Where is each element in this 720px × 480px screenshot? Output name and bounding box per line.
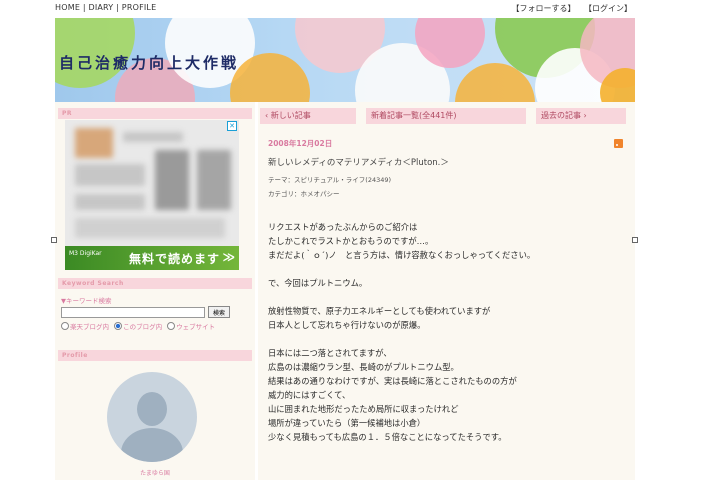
ad-image-blurred bbox=[75, 128, 113, 158]
body-line: 放射性物質で、原子力エネルギーとしても使われていますが bbox=[268, 306, 491, 316]
body-line: 場所が違っていたら（第一候補地は小倉） bbox=[268, 418, 426, 428]
nav-diary-link[interactable]: DIARY bbox=[88, 3, 113, 12]
avatar-silhouette bbox=[121, 428, 183, 462]
body-line: 日本には二つ落とされてますが、 bbox=[268, 348, 392, 358]
profile-heading: Profile bbox=[58, 350, 252, 361]
keyword-search-label: ▼キーワード検索 bbox=[61, 297, 112, 305]
body-paragraph: 放射性物質で、原子力エネルギーとしても使われていますが 日本人として忘れちゃ行けな… bbox=[268, 304, 628, 332]
newer-post-button[interactable]: ‹ 新しい記事 bbox=[260, 108, 356, 124]
rss-icon[interactable] bbox=[614, 139, 623, 148]
selection-handle[interactable] bbox=[51, 237, 57, 243]
body-line: まだだよ(｀ｏ´)ノ と言う方は、情け容赦なくおっしゃってください。 bbox=[268, 250, 536, 260]
scope-option-this-blog[interactable]: このブログ内 bbox=[114, 322, 163, 331]
ad-logo: M3 DigiKar bbox=[69, 250, 102, 257]
scope-option-rakuten[interactable]: 楽天ブログ内 bbox=[61, 322, 109, 331]
body-line: リクエストがあったぶんからのご紹介は bbox=[268, 222, 418, 232]
top-nav: HOME | DIARY | PROFILE bbox=[55, 3, 156, 12]
body-paragraph: リクエストがあったぶんからのご紹介はたしかこれでラストかとおもうのですが…。まだ… bbox=[268, 220, 628, 262]
ad-text-blurred bbox=[75, 194, 145, 210]
body-line: 広島のは濃縮ウラン型、長崎のがプルトニウム型。 bbox=[268, 362, 459, 372]
ad-cta-text: 無料で読めます bbox=[129, 252, 221, 266]
ad-footer[interactable]: M3 DigiKar 無料で読めます ≫ bbox=[65, 246, 239, 270]
entry-title[interactable]: 新しいレメディのマテリアメディカ＜Pluton.＞ bbox=[268, 156, 449, 168]
radio-icon[interactable] bbox=[61, 322, 69, 330]
entry-theme[interactable]: テーマ：スピリチュアル・ライフ(24349) bbox=[268, 174, 391, 184]
body-paragraph: で、今回はプルトニウム。 bbox=[268, 276, 628, 290]
selection-handle[interactable] bbox=[632, 237, 638, 243]
body-line: 山に囲まれた地形だったため局所に収まったけれど bbox=[268, 404, 459, 414]
ad-banner[interactable]: ✕ M3 DigiKar 無料で読めます ≫ bbox=[65, 120, 239, 270]
chevron-right-icon: ≫ bbox=[222, 250, 235, 264]
scope-label: 楽天ブログ内 bbox=[70, 323, 109, 331]
older-post-button[interactable]: 過去の記事 › bbox=[536, 108, 626, 124]
body-line: 少なく見積もっても広島の１．５倍なことになってたそうです。 bbox=[268, 432, 507, 442]
body-line: 日本人として忘れちゃ行けないのが原爆。 bbox=[268, 320, 426, 330]
avatar[interactable] bbox=[107, 372, 197, 462]
scope-option-web[interactable]: ウェブサイト bbox=[167, 322, 216, 331]
body-line: 威力的にはすごくて、 bbox=[268, 390, 351, 400]
follow-link[interactable]: 【フォローする】 bbox=[511, 4, 575, 13]
close-icon[interactable]: ✕ bbox=[227, 121, 237, 131]
entry-date: 2008年12月02日 bbox=[268, 139, 333, 148]
ad-text-blurred bbox=[123, 132, 183, 142]
radio-icon[interactable] bbox=[114, 322, 123, 330]
radio-icon[interactable] bbox=[167, 322, 176, 330]
avatar-silhouette bbox=[137, 392, 167, 426]
body-paragraph: 日本には二つ落とされてますが、広島のは濃縮ウラン型、長崎のがプルトニウム型。結果… bbox=[268, 346, 628, 444]
blog-banner: 自己治癒力向上大作戦 bbox=[55, 18, 635, 102]
scope-label: このブログ内 bbox=[123, 323, 163, 331]
account-links: 【フォローする】 【ログイン】 bbox=[505, 3, 632, 14]
nav-profile-link[interactable]: PROFILE bbox=[122, 3, 157, 12]
body-line: 結果はあの通りなわけですが、実は長崎に落とこされたものの方が bbox=[268, 376, 517, 386]
blog-title[interactable]: 自己治癒力向上大作戦 bbox=[59, 52, 239, 73]
sidebar: PR ✕ M3 DigiKar 無料で読めます ≫ Keyword Search… bbox=[55, 102, 255, 480]
search-button[interactable]: 検索 bbox=[208, 306, 230, 318]
ad-image-blurred bbox=[197, 150, 231, 210]
pr-heading: PR bbox=[58, 108, 252, 119]
nav-separator: | bbox=[113, 3, 122, 12]
nav-home-link[interactable]: HOME bbox=[55, 3, 80, 12]
keyword-search-input[interactable] bbox=[61, 307, 205, 318]
ad-text-blurred bbox=[75, 164, 145, 186]
main-content: ‹ 新しい記事 新着記事一覧(全441件) 過去の記事 › 2008年12月02… bbox=[258, 102, 635, 480]
profile-name[interactable]: たまゆら国 bbox=[55, 468, 255, 477]
search-scope-options: 楽天ブログ内 このブログ内 ウェブサイト bbox=[61, 321, 218, 331]
post-list-button[interactable]: 新着記事一覧(全441件) bbox=[366, 108, 526, 124]
ad-image-blurred bbox=[155, 150, 189, 210]
login-link[interactable]: 【ログイン】 bbox=[584, 4, 632, 13]
keyword-search-heading: Keyword Search bbox=[58, 278, 252, 289]
entry-body: リクエストがあったぶんからのご紹介はたしかこれでラストかとおもうのですが…。まだ… bbox=[268, 220, 628, 458]
body-line: たしかこれでラストかとおもうのですが…。 bbox=[268, 236, 434, 246]
entry-category[interactable]: カテゴリ：ホメオパシー bbox=[268, 188, 340, 198]
body-line: で、今回はプルトニウム。 bbox=[268, 278, 368, 288]
ad-text-blurred bbox=[75, 218, 225, 238]
scope-label: ウェブサイト bbox=[176, 323, 216, 331]
